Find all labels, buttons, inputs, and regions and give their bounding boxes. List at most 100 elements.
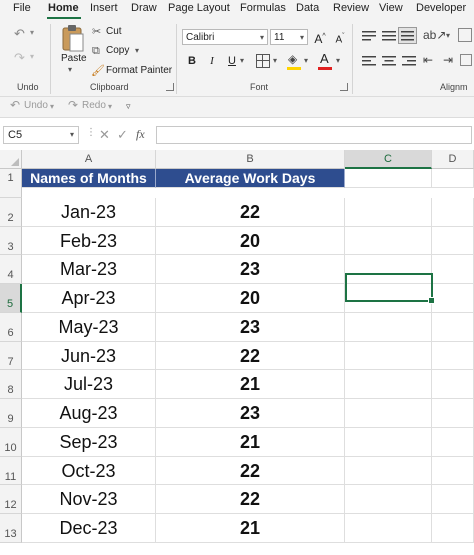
column-header-c[interactable]: C xyxy=(345,150,432,169)
merge-center-icon[interactable] xyxy=(460,54,472,66)
row-header-11[interactable]: 11 xyxy=(0,456,22,486)
cell-C10[interactable] xyxy=(345,427,432,457)
cut-icon[interactable]: ✂ xyxy=(92,25,101,38)
row-header-1[interactable]: 1 xyxy=(0,169,22,198)
qat-redo-dropdown-icon[interactable]: ▾ xyxy=(108,102,112,111)
qat-undo-button[interactable]: Undo xyxy=(24,100,48,111)
paste-dropdown-icon[interactable]: ▾ xyxy=(68,65,72,74)
tab-page-layout[interactable]: Page Layout xyxy=(168,2,230,14)
cell-A13[interactable]: Dec-23 xyxy=(22,514,156,543)
borders-icon[interactable] xyxy=(256,54,270,68)
cell-B12[interactable]: 22 xyxy=(156,485,345,514)
tab-view[interactable]: View xyxy=(379,2,403,14)
cell-B2[interactable]: 22 xyxy=(156,197,345,227)
customize-qat-icon[interactable]: ▿ xyxy=(126,101,131,112)
tab-file[interactable]: File xyxy=(13,2,31,14)
tab-review[interactable]: Review xyxy=(333,2,369,14)
cell-B3[interactable]: 20 xyxy=(156,226,345,256)
cell-C6[interactable] xyxy=(345,312,432,342)
cell-D9[interactable] xyxy=(432,399,474,428)
cell-D12[interactable] xyxy=(432,485,474,514)
row-header-9[interactable]: 9 xyxy=(0,399,22,428)
font-color-dropdown-icon[interactable]: ▾ xyxy=(336,56,340,65)
redo-icon[interactable]: ↷ xyxy=(14,50,25,66)
cell-B7[interactable]: 22 xyxy=(156,341,345,371)
cell-B4[interactable]: 23 xyxy=(156,255,345,284)
orientation-dropdown-icon[interactable]: ▾ xyxy=(446,31,450,40)
cell-A11[interactable]: Oct-23 xyxy=(22,456,156,486)
cell-D4[interactable] xyxy=(432,255,474,284)
select-all-corner[interactable] xyxy=(0,150,22,169)
cell-C13[interactable] xyxy=(345,514,432,543)
qat-undo-dropdown-icon[interactable]: ▾ xyxy=(50,102,54,111)
cell-A4[interactable]: Mar-23 xyxy=(22,255,156,284)
column-header-a[interactable]: A xyxy=(22,150,156,169)
active-cell-c5[interactable] xyxy=(345,273,435,304)
bold-button[interactable]: B xyxy=(184,53,200,69)
row-header-10[interactable]: 10 xyxy=(0,427,22,457)
fill-color-dropdown-icon[interactable]: ▾ xyxy=(304,56,308,65)
undo-icon[interactable]: ↶ xyxy=(14,26,25,42)
row-header-6[interactable]: 6 xyxy=(0,312,22,342)
row-header-5[interactable]: 5 xyxy=(0,284,22,313)
align-left-icon[interactable] xyxy=(362,55,376,67)
font-color-icon[interactable]: A xyxy=(320,51,329,66)
undo-dropdown-icon[interactable]: ▾ xyxy=(30,28,34,37)
cell-C12[interactable] xyxy=(345,485,432,514)
align-bottom-button[interactable] xyxy=(398,27,417,44)
cell-D6[interactable] xyxy=(432,312,474,342)
cell-D8[interactable] xyxy=(432,370,474,399)
cell-D3[interactable] xyxy=(432,226,474,256)
cell-D7[interactable] xyxy=(432,341,474,371)
row-header-8[interactable]: 8 xyxy=(0,370,22,399)
column-header-b[interactable]: B xyxy=(156,150,345,169)
copy-icon[interactable]: ⧉ xyxy=(92,45,100,58)
align-center-icon[interactable] xyxy=(382,55,396,67)
font-name-box[interactable]: Calibri ▾ xyxy=(182,29,268,45)
borders-dropdown-icon[interactable]: ▾ xyxy=(273,56,277,65)
confirm-entry-icon[interactable]: ✓ xyxy=(117,127,128,143)
cell-A7[interactable]: Jun-23 xyxy=(22,341,156,371)
column-header-d[interactable]: D xyxy=(432,150,474,169)
cell-C8[interactable] xyxy=(345,370,432,399)
header-names-of-months[interactable]: Names of Months xyxy=(22,169,156,188)
cell-D10[interactable] xyxy=(432,427,474,457)
tab-draw[interactable]: Draw xyxy=(131,2,157,14)
cell-A3[interactable]: Feb-23 xyxy=(22,226,156,256)
tab-developer[interactable]: Developer xyxy=(416,2,466,14)
tab-home[interactable]: Home xyxy=(48,2,79,14)
row-header-7[interactable]: 7 xyxy=(0,341,22,371)
header-average-work-days[interactable]: Average Work Days xyxy=(156,169,345,188)
qat-undo-icon[interactable]: ↶ xyxy=(10,98,20,112)
format-painter-icon[interactable]: 🖌 xyxy=(91,64,105,77)
cut-button[interactable]: Cut xyxy=(106,26,122,37)
insert-function-icon[interactable]: fx xyxy=(136,127,145,142)
paste-button[interactable] xyxy=(60,24,86,54)
cell-B5[interactable]: 20 xyxy=(156,284,345,313)
row-header-4[interactable]: 4 xyxy=(0,255,22,284)
cell-D5[interactable] xyxy=(432,284,474,313)
fill-color-icon[interactable]: ◈ xyxy=(288,52,297,66)
font-size-box[interactable]: 11 ▾ xyxy=(270,29,308,45)
row-header-13[interactable]: 13 xyxy=(0,514,22,543)
align-middle-icon[interactable] xyxy=(382,30,396,42)
cell-C7[interactable] xyxy=(345,341,432,371)
clipboard-launcher-icon[interactable] xyxy=(166,83,174,91)
row-header-3[interactable]: 3 xyxy=(0,226,22,256)
cell-B10[interactable]: 21 xyxy=(156,427,345,457)
cell-B9[interactable]: 23 xyxy=(156,399,345,428)
cell-C11[interactable] xyxy=(345,456,432,486)
paste-label[interactable]: Paste xyxy=(61,53,87,64)
cell-D2[interactable] xyxy=(432,197,474,227)
align-right-icon[interactable] xyxy=(402,55,416,67)
cell-C9[interactable] xyxy=(345,399,432,428)
increase-font-size-icon[interactable]: A^ xyxy=(312,29,328,46)
decrease-font-size-icon[interactable]: Aˇ xyxy=(332,29,348,45)
cell-C2[interactable] xyxy=(345,197,432,227)
tab-data[interactable]: Data xyxy=(296,2,319,14)
cell-A12[interactable]: Nov-23 xyxy=(22,485,156,514)
cell-B6[interactable]: 23 xyxy=(156,312,345,342)
orientation-icon[interactable]: ab↗ xyxy=(423,28,446,42)
redo-dropdown-icon[interactable]: ▾ xyxy=(30,52,34,61)
cell-B8[interactable]: 21 xyxy=(156,370,345,399)
